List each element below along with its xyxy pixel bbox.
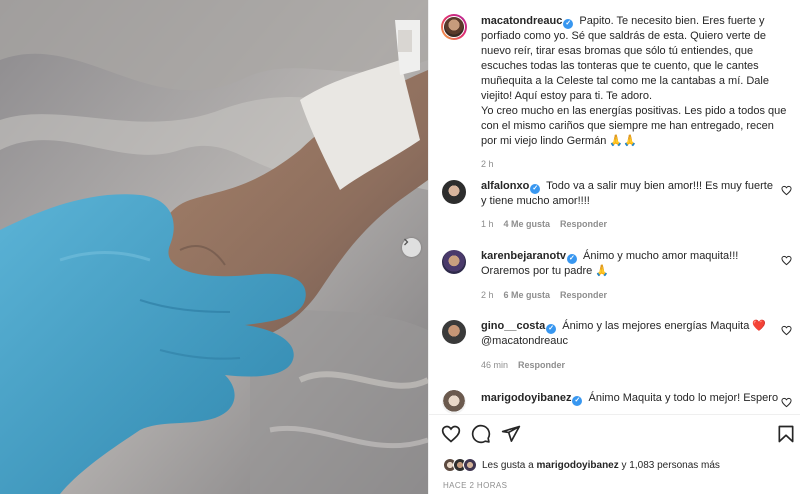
next-photo-button[interactable] bbox=[402, 238, 421, 257]
chevron-right-icon bbox=[404, 238, 409, 246]
avatar bbox=[463, 458, 477, 472]
post-actions-bar: Les gusta a marigodoyibanez y 1,083 pers… bbox=[429, 414, 800, 494]
likes-summary[interactable]: Les gusta a marigodoyibanez y 1,083 pers… bbox=[443, 458, 720, 472]
avatar[interactable] bbox=[441, 179, 467, 205]
comment-time: 2 h bbox=[481, 290, 494, 300]
share-icon[interactable] bbox=[501, 424, 521, 444]
avatar[interactable] bbox=[441, 319, 467, 345]
comment-time: 1 h bbox=[481, 219, 494, 229]
verified-icon: ✓ bbox=[572, 396, 583, 406]
post-photo bbox=[0, 0, 428, 494]
comment-username[interactable]: marigodoyibanez bbox=[481, 392, 571, 404]
caption-text-second: Yo creo mucho en las energías positivas.… bbox=[481, 105, 787, 147]
comment-item: gino__costa ✓ Ánimo y las mejores energía… bbox=[481, 319, 781, 349]
bookmark-icon[interactable] bbox=[776, 424, 796, 444]
verified-icon: ✓ bbox=[566, 254, 577, 264]
verified-icon: ✓ bbox=[563, 19, 574, 29]
heart-icon[interactable] bbox=[781, 397, 792, 408]
caption-text: Papito. Te necesito bien. Eres fuerte y … bbox=[481, 15, 769, 102]
verified-icon: ✓ bbox=[530, 184, 541, 194]
author-username[interactable]: macatondreauc bbox=[481, 15, 562, 27]
comment-time: 46 min bbox=[481, 360, 509, 370]
post-caption: macatondreauc ✓ Papito. Te necesito bien.… bbox=[481, 14, 791, 169]
author-avatar[interactable] bbox=[441, 14, 467, 40]
comments-scroll-area[interactable]: macatondreauc ✓ Papito. Te necesito bien.… bbox=[429, 0, 800, 414]
comment-username[interactable]: alfalonxo bbox=[481, 180, 529, 192]
comment-meta: 46 min Responder bbox=[481, 360, 565, 370]
heart-icon[interactable] bbox=[441, 424, 461, 444]
reply-button[interactable]: Responder bbox=[560, 290, 607, 300]
comment-text: Ánimo Maquita y todo lo mejor! Espero bbox=[588, 392, 779, 404]
comment-username[interactable]: karenbejaranotv bbox=[481, 250, 566, 262]
avatar[interactable] bbox=[441, 249, 467, 275]
comment-likes[interactable]: 6 Me gusta bbox=[504, 290, 551, 300]
heart-icon[interactable] bbox=[781, 325, 792, 336]
comment-meta: 2 h 6 Me gusta Responder bbox=[481, 290, 607, 300]
heart-icon[interactable] bbox=[781, 185, 792, 196]
heart-icon[interactable] bbox=[781, 255, 792, 266]
reply-button[interactable]: Responder bbox=[518, 360, 565, 370]
post-detail-panel: macatondreauc ✓ Papito. Te necesito bien.… bbox=[428, 0, 800, 494]
comment-meta: 1 h 4 Me gusta Responder bbox=[481, 219, 607, 229]
comment-icon[interactable] bbox=[471, 424, 491, 444]
verified-icon: ✓ bbox=[546, 324, 557, 334]
comment-item: marigodoyibanez ✓ Ánimo Maquita y todo lo… bbox=[481, 391, 781, 406]
post-time: 2 h bbox=[481, 159, 494, 169]
likes-prefix: Les gusta a bbox=[482, 459, 534, 471]
comment-likes[interactable]: 4 Me gusta bbox=[504, 219, 551, 229]
comment-item: karenbejaranotv ✓ Ánimo y mucho amor maqu… bbox=[481, 249, 781, 279]
avatar[interactable] bbox=[441, 389, 467, 414]
posted-time: HACE 2 HORAS bbox=[443, 481, 508, 490]
likes-user[interactable]: marigodoyibanez bbox=[537, 460, 619, 471]
hospital-hands-image bbox=[0, 0, 428, 494]
comment-username[interactable]: gino__costa bbox=[481, 320, 545, 332]
comment-item: alfalonxo ✓ Todo va a salir muy bien amor… bbox=[481, 179, 781, 209]
likes-text: Les gusta a marigodoyibanez y 1,083 pers… bbox=[482, 460, 720, 471]
reply-button[interactable]: Responder bbox=[560, 219, 607, 229]
likes-count[interactable]: y 1,083 personas más bbox=[622, 460, 720, 471]
